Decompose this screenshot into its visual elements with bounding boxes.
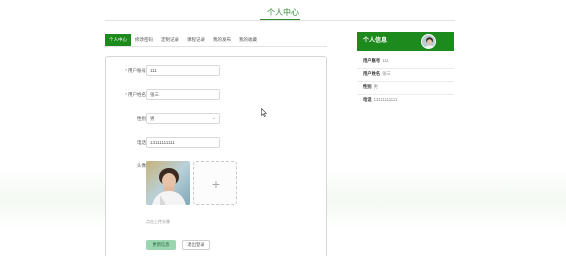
- mouse-pointer-icon: [261, 104, 268, 122]
- update-info-button[interactable]: 更新信息: [146, 240, 176, 250]
- name-field[interactable]: 张三: [146, 89, 220, 100]
- info-row-phone: 电话 13111111111: [363, 97, 398, 102]
- phone-field[interactable]: 13111111111: [146, 137, 220, 148]
- plus-icon: +: [211, 176, 221, 192]
- gender-select[interactable]: 男 ⌄: [146, 113, 220, 124]
- avatar: [421, 34, 436, 49]
- gender-label: 性别: [137, 116, 146, 121]
- required-marker: *: [125, 92, 127, 97]
- phone-label: 电话: [137, 140, 146, 145]
- tab-my-posts[interactable]: 我的发布: [209, 34, 235, 46]
- info-divider: [357, 68, 454, 69]
- account-field[interactable]: 111: [146, 65, 220, 76]
- name-label: *用户姓名: [125, 92, 146, 97]
- info-row-name: 用户姓名 张三: [363, 71, 391, 76]
- tab-personal-center[interactable]: 个人中心: [105, 34, 131, 46]
- gender-select-value: 男: [150, 116, 155, 121]
- page-title: 个人中心: [267, 8, 299, 17]
- info-divider: [357, 81, 454, 82]
- info-divider: [357, 94, 454, 95]
- profile-card-header: 个人信息: [357, 32, 454, 51]
- logout-button[interactable]: 退出登录: [182, 240, 210, 250]
- info-row-gender: 性别男: [363, 84, 378, 89]
- profile-card: 个人信息 用户账号 111 用户姓名 张三 性别男 电话 13111111111: [357, 32, 454, 105]
- page: 个人中心 个人中心 修改密码 定制记录 课程记录 我的发布 我的收藏 *用户账号…: [0, 0, 566, 256]
- avatar-upload[interactable]: +: [193, 161, 237, 205]
- required-marker: *: [125, 68, 127, 73]
- tab-my-favorites[interactable]: 我的收藏: [235, 34, 261, 46]
- profile-tabs: 个人中心 修改密码 定制记录 课程记录 我的发布 我的收藏: [105, 34, 261, 46]
- tab-custom-records[interactable]: 定制记录: [157, 34, 183, 46]
- profile-card-title: 个人信息: [363, 38, 388, 44]
- info-row-account: 用户账号 111: [363, 58, 389, 63]
- upload-hint: 点击上传头像: [146, 219, 170, 224]
- chevron-down-icon: ⌄: [211, 115, 216, 121]
- profile-form: *用户账号 111 *用户姓名 张三 性别 男 ⌄ 电话 13111111111…: [105, 56, 327, 256]
- avatar-photo: [146, 161, 190, 205]
- account-label: *用户账号: [125, 68, 146, 73]
- tabs-divider: [105, 46, 327, 47]
- tab-change-password[interactable]: 修改密码: [131, 34, 157, 46]
- avatar-label: 头像: [137, 163, 146, 168]
- header-divider: [105, 20, 455, 21]
- tab-course-records[interactable]: 课程记录: [183, 34, 209, 46]
